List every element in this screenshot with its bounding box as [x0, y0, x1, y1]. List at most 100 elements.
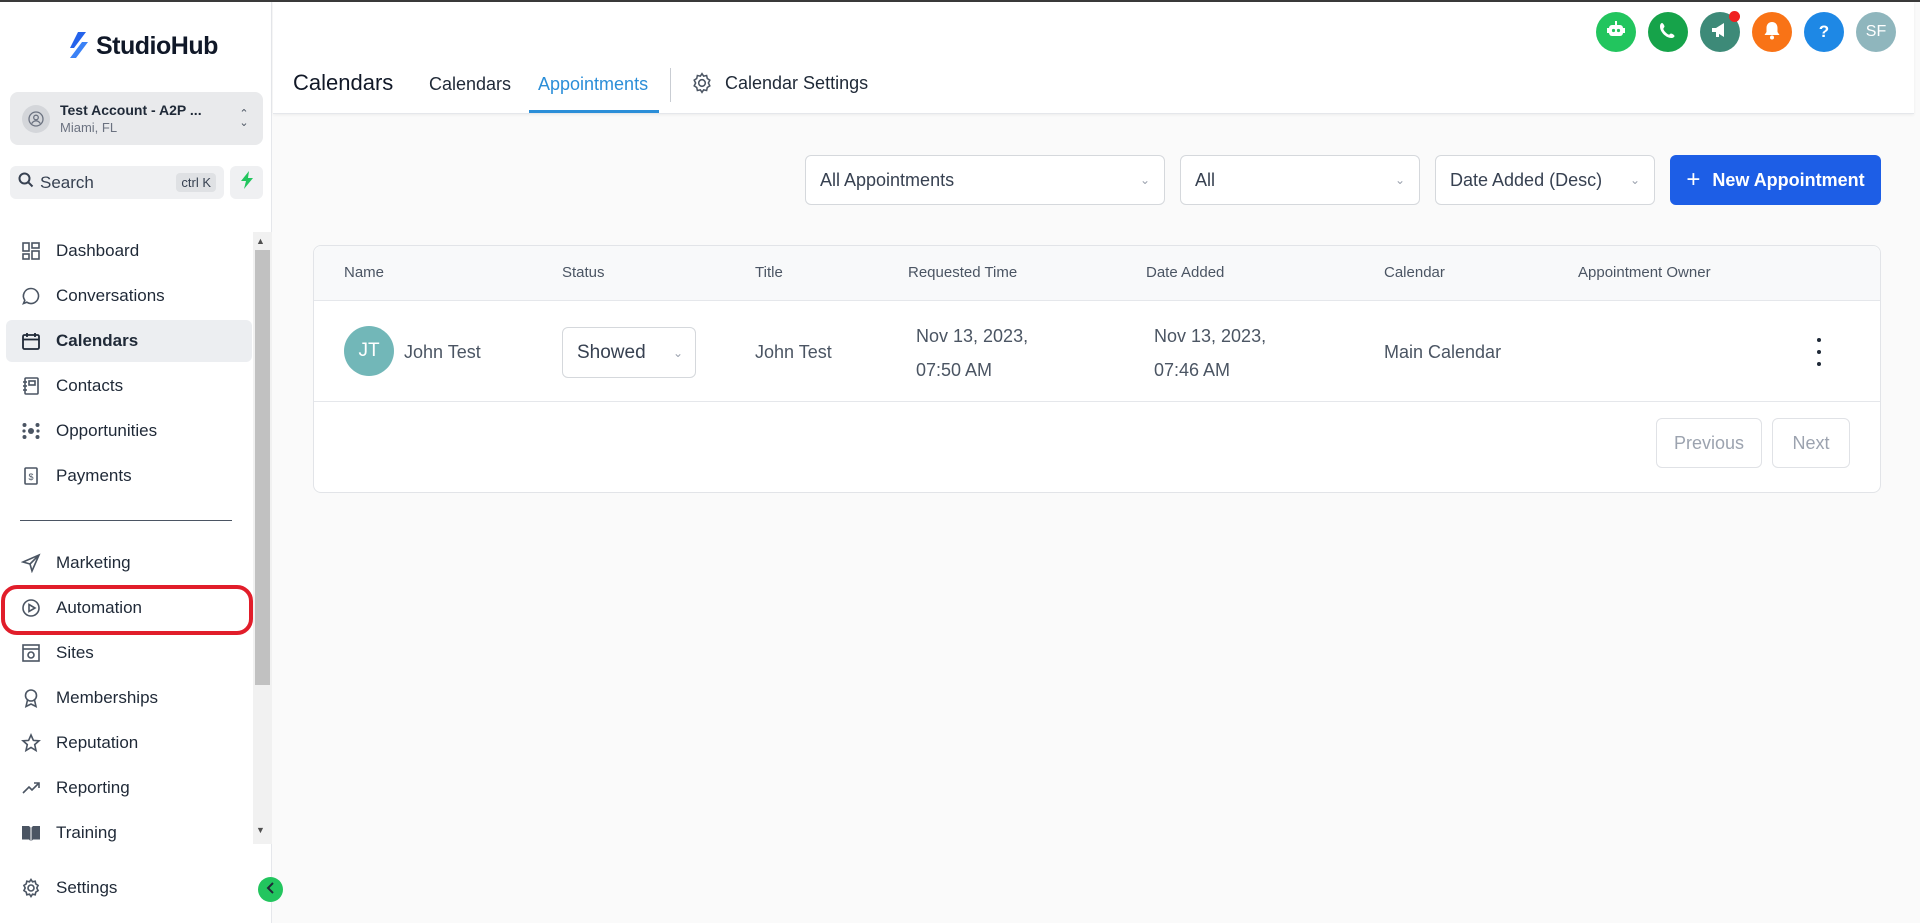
- sidebar-item-reporting[interactable]: Reporting: [6, 767, 252, 809]
- contacts-book-icon: [20, 375, 42, 397]
- scroll-down-arrow-icon[interactable]: ▼: [256, 825, 265, 835]
- header-actions: ? SF: [1596, 11, 1896, 52]
- column-header-name[interactable]: Name: [344, 264, 384, 281]
- tab-label: Calendar Settings: [725, 72, 869, 93]
- next-page-button[interactable]: Next: [1772, 418, 1850, 468]
- new-appointment-button[interactable]: + New Appointment: [1670, 155, 1881, 205]
- sidebar-item-contacts[interactable]: Contacts: [6, 365, 252, 407]
- sidebar-item-label: Reputation: [56, 733, 139, 752]
- sidebar-item-sites[interactable]: Sites: [6, 632, 252, 674]
- quick-action-button[interactable]: [230, 166, 263, 199]
- gear-icon: [691, 72, 713, 94]
- sidebar-item-label: Reporting: [56, 778, 130, 797]
- sidebar-item-training[interactable]: Training: [6, 812, 252, 854]
- chevron-down-icon: ⌄: [1139, 173, 1150, 187]
- account-location: Miami, FL: [60, 120, 118, 135]
- column-header-date-added[interactable]: Date Added: [1146, 264, 1224, 281]
- award-icon: [20, 687, 42, 709]
- contact-avatar: JT: [344, 326, 394, 376]
- sidebar-divider: [20, 520, 232, 521]
- sidebar-item-label: Payments: [56, 466, 132, 485]
- search-label: Search: [40, 172, 94, 192]
- active-tab-indicator: [529, 110, 659, 113]
- chevron-down-icon: ⌄: [672, 345, 683, 360]
- status-value: Showed: [577, 341, 646, 363]
- book-icon: [20, 822, 42, 844]
- help-button[interactable]: ?: [1804, 12, 1844, 52]
- search-button[interactable]: Search ctrl K: [10, 166, 224, 199]
- opportunities-icon: [20, 420, 42, 442]
- sidebar-item-label: Contacts: [56, 376, 124, 395]
- tab-calendars[interactable]: Calendars: [429, 74, 511, 95]
- user-avatar[interactable]: SF: [1856, 12, 1896, 52]
- sidebar-item-memberships[interactable]: Memberships: [6, 677, 252, 719]
- appointments-table: Name Status Title Requested Time Date Ad…: [313, 245, 1881, 493]
- sidebar-item-label: Conversations: [56, 286, 165, 305]
- question-mark-icon: ?: [1818, 22, 1830, 41]
- logo-mark-icon: [66, 30, 90, 62]
- sort-select[interactable]: Date Added (Desc) ⌄: [1435, 155, 1655, 205]
- sidebar-item-label: Sites: [56, 643, 94, 662]
- search-shortcut-badge: ctrl K: [176, 173, 216, 192]
- column-header-requested-time[interactable]: Requested Time: [908, 264, 1017, 281]
- sidebar-item-calendars[interactable]: Calendars: [6, 320, 252, 362]
- column-header-appointment-owner[interactable]: Appointment Owner: [1578, 264, 1711, 281]
- sidebar-item-label: Dashboard: [56, 241, 140, 260]
- calendar-icon: [20, 330, 42, 352]
- sidebar-item-marketing[interactable]: Marketing: [6, 542, 252, 584]
- payments-icon: $: [20, 465, 42, 487]
- collapse-sidebar-button[interactable]: [258, 877, 283, 902]
- table-row[interactable]: JT John Test Showed ⌄ John Test Nov 13, …: [314, 302, 1880, 402]
- page-title: Calendars: [293, 70, 394, 95]
- phone-icon: [1659, 21, 1677, 44]
- brand-logo[interactable]: StudioHub: [66, 30, 218, 62]
- notification-dot: [1729, 11, 1740, 22]
- announcements-button[interactable]: [1700, 11, 1740, 52]
- top-header: Calendars Calendars Appointments Calenda…: [273, 2, 1914, 114]
- sidebar-scrollbar-thumb[interactable]: [255, 250, 270, 685]
- sidebar-item-settings[interactable]: Settings: [6, 867, 252, 909]
- phone-button[interactable]: [1648, 12, 1688, 52]
- dashboard-icon: [20, 240, 42, 262]
- chevron-down-icon: ⌄: [1394, 173, 1405, 187]
- gear-icon: [20, 877, 42, 899]
- sidebar-item-opportunities[interactable]: Opportunities: [6, 410, 252, 452]
- column-header-calendar[interactable]: Calendar: [1384, 264, 1445, 281]
- sidebar-item-label: Opportunities: [56, 421, 158, 440]
- tab-appointments[interactable]: Appointments: [538, 74, 648, 95]
- column-header-status[interactable]: Status: [562, 264, 605, 281]
- robot-icon: [1605, 19, 1627, 46]
- button-label: New Appointment: [1712, 169, 1865, 190]
- sidebar-item-dashboard[interactable]: Dashboard: [6, 230, 252, 272]
- date-added-date: Nov 13, 2023,: [1154, 326, 1267, 346]
- chevron-up-down-icon: ⌃ ⌄: [239, 107, 249, 129]
- sidebar-item-label: Calendars: [56, 331, 139, 350]
- svg-text:$: $: [28, 472, 33, 482]
- tab-calendar-settings[interactable]: Calendar Settings: [691, 72, 868, 94]
- date-added-time: 07:46 AM: [1154, 360, 1231, 380]
- sidebar-item-reputation[interactable]: Reputation: [6, 722, 252, 764]
- sidebar-item-label: Training: [56, 823, 117, 842]
- sites-icon: [20, 642, 42, 664]
- chevron-left-icon: [266, 881, 276, 899]
- contact-name[interactable]: John Test: [404, 342, 481, 363]
- plus-icon: +: [1686, 166, 1701, 193]
- lightning-icon: [240, 171, 254, 194]
- row-actions-more-icon[interactable]: [1814, 338, 1824, 366]
- scroll-up-arrow-icon[interactable]: ▲: [256, 236, 265, 246]
- status-filter-select[interactable]: All ⌄: [1180, 155, 1420, 205]
- appointment-type-select[interactable]: All Appointments ⌄: [805, 155, 1165, 205]
- tab-separator: [670, 68, 671, 102]
- column-header-title[interactable]: Title: [755, 264, 783, 281]
- select-value: All: [1195, 169, 1216, 190]
- sidebar-item-conversations[interactable]: Conversations: [6, 275, 252, 317]
- status-select[interactable]: Showed ⌄: [562, 327, 696, 378]
- requested-time: 07:50 AM: [916, 360, 993, 380]
- ai-bot-button[interactable]: [1596, 12, 1636, 52]
- account-name: Test Account - A2P ...: [60, 102, 202, 118]
- previous-page-button[interactable]: Previous: [1656, 418, 1762, 468]
- account-switcher[interactable]: Test Account - A2P ... Miami, FL ⌃ ⌄: [10, 92, 263, 145]
- sidebar-item-payments[interactable]: $ Payments: [6, 455, 252, 497]
- notifications-button[interactable]: [1752, 12, 1792, 52]
- bell-icon: [1763, 20, 1781, 45]
